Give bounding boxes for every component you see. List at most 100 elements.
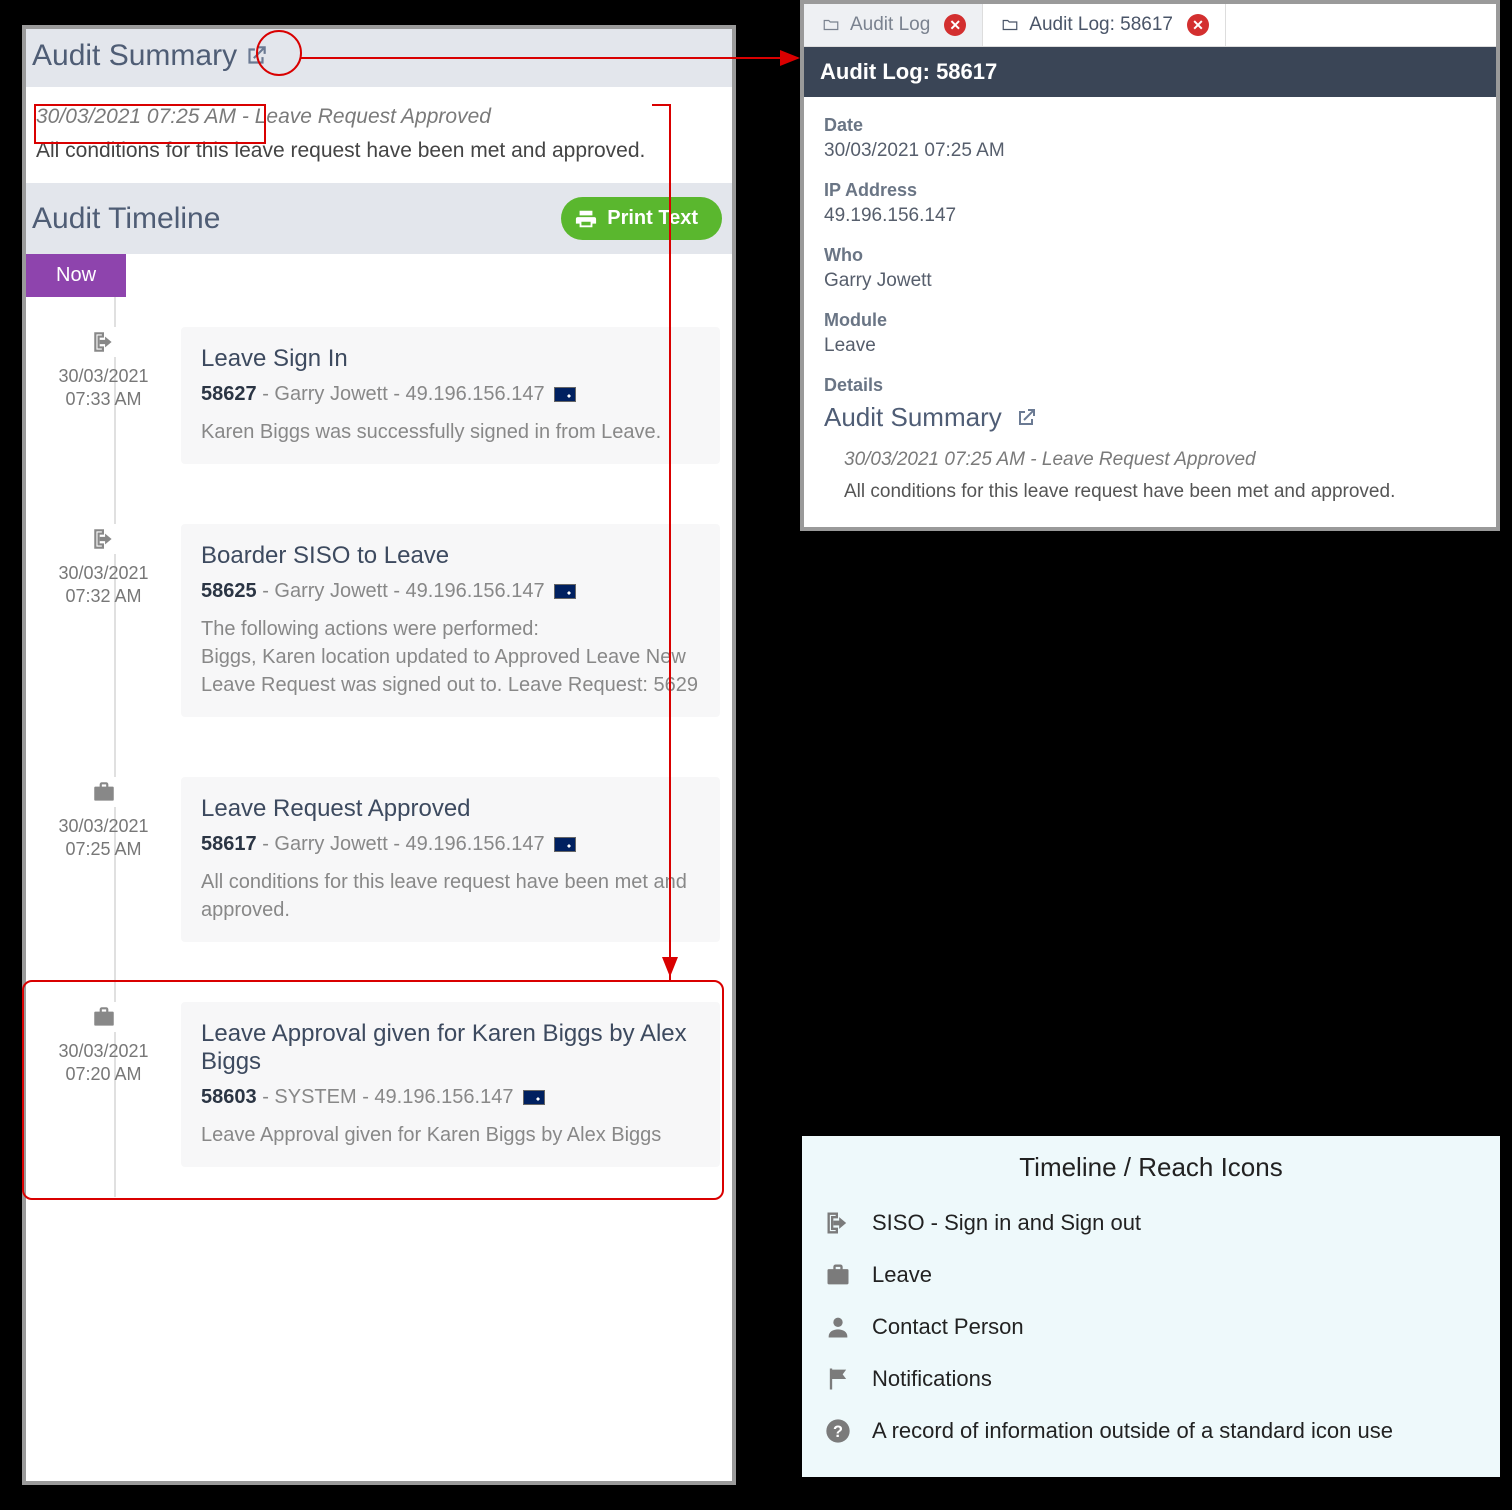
timeline-item-date: 30/03/2021 (26, 562, 181, 585)
siso-icon (89, 524, 119, 554)
timeline-item-date: 30/03/2021 (26, 815, 181, 838)
close-icon[interactable]: ✕ (1187, 14, 1209, 36)
siso-icon (89, 327, 119, 357)
log-details-label: Details (824, 375, 1476, 396)
audit-log-detail-panel: Audit Log ✕ Audit Log: 58617 ✕ Audit Log… (800, 0, 1500, 531)
timeline-item-meta: 58625 - Garry Jowett - 49.196.156.147 (201, 580, 700, 603)
icon-legend-panel: Timeline / Reach Icons SISO - Sign in an… (800, 1134, 1502, 1479)
timeline-item-meta: 58603 - SYSTEM - 49.196.156.147 (201, 1086, 700, 1109)
timeline-item-left: 30/03/2021 07:25 AM (26, 777, 181, 862)
legend-label: Leave (872, 1262, 932, 1288)
legend-label: Notifications (872, 1366, 992, 1392)
audit-timeline-body: Now 30/03/2021 07:33 AM Leave Sign In 58… (26, 254, 732, 1197)
tab-audit-log-label: Audit Log (850, 14, 930, 36)
timeline-item-meta-rest: - Garry Jowett - 49.196.156.147 (262, 580, 550, 602)
legend-row: SISO - Sign in and Sign out (822, 1197, 1480, 1249)
timeline-item-date: 30/03/2021 (26, 1040, 181, 1063)
summary-line-2: All conditions for this leave request ha… (36, 139, 726, 163)
tab-audit-log[interactable]: Audit Log ✕ (804, 4, 983, 46)
folder-icon (820, 16, 842, 34)
print-button-label: Print Text (607, 207, 698, 230)
timeline-item-id: 58627 (201, 383, 257, 405)
legend-title: Timeline / Reach Icons (822, 1152, 1480, 1183)
timeline-item-left: 30/03/2021 07:33 AM (26, 327, 181, 412)
audit-log-body: Date 30/03/2021 07:25 AM IP Address 49.1… (804, 97, 1496, 527)
audit-left-panel: Audit Summary 30/03/2021 07:25 AM - Leav… (22, 25, 736, 1485)
timeline-item-desc: The following actions were performed:Big… (201, 615, 700, 699)
external-link-icon[interactable] (241, 41, 271, 71)
flag-au-icon (523, 1090, 545, 1105)
log-date-value: 30/03/2021 07:25 AM (824, 140, 1476, 162)
log-who-value: Garry Jowett (824, 270, 1476, 292)
timeline-item-meta-rest: - Garry Jowett - 49.196.156.147 (262, 833, 550, 855)
timeline-item[interactable]: 30/03/2021 07:20 AM Leave Approval given… (26, 972, 732, 1197)
timeline-item-desc: All conditions for this leave request ha… (201, 868, 700, 924)
now-badge: Now (26, 254, 126, 297)
timeline-item-id: 58625 (201, 580, 257, 602)
log-module-value: Leave (824, 335, 1476, 357)
timeline-item-left: 30/03/2021 07:20 AM (26, 1002, 181, 1087)
summary-line-1: 30/03/2021 07:25 AM - Leave Request Appr… (36, 105, 726, 129)
legend-label: Contact Person (872, 1314, 1024, 1340)
briefcase-icon (822, 1259, 854, 1291)
flag-au-icon (554, 387, 576, 402)
close-icon[interactable]: ✕ (944, 14, 966, 36)
timeline-item-meta-rest: - SYSTEM - 49.196.156.147 (262, 1086, 519, 1108)
timeline-item-title: Boarder SISO to Leave (201, 542, 700, 570)
timeline-item-time: 07:33 AM (26, 388, 181, 411)
question-icon (822, 1415, 854, 1447)
timeline-item-meta: 58617 - Garry Jowett - 49.196.156.147 (201, 833, 700, 856)
legend-row: Leave (822, 1249, 1480, 1301)
audit-summary-title: Audit Summary (32, 39, 237, 73)
external-link-icon[interactable] (1014, 406, 1038, 430)
timeline-item-meta: 58627 - Garry Jowett - 49.196.156.147 (201, 383, 700, 406)
timeline-item-title: Leave Sign In (201, 345, 700, 373)
audit-summary-body: 30/03/2021 07:25 AM - Leave Request Appr… (26, 87, 732, 183)
log-ip-label: IP Address (824, 180, 1476, 201)
folder-icon (999, 16, 1021, 34)
legend-label: A record of information outside of a sta… (872, 1418, 1393, 1444)
tab-audit-log-58617-label: Audit Log: 58617 (1029, 14, 1173, 36)
flag-icon (822, 1363, 854, 1395)
print-text-button[interactable]: Print Text (561, 197, 722, 240)
siso-icon (822, 1207, 854, 1239)
timeline-item-title: Leave Request Approved (201, 795, 700, 823)
log-audit-summary-box: 30/03/2021 07:25 AM - Leave Request Appr… (824, 449, 1476, 503)
timeline-item-title: Leave Approval given for Karen Biggs by … (201, 1020, 700, 1076)
log-audit-summary-heading: Audit Summary (824, 402, 1476, 433)
timeline-item-card: Leave Sign In 58627 - Garry Jowett - 49.… (181, 327, 720, 464)
timeline-item-id: 58603 (201, 1086, 257, 1108)
log-date-label: Date (824, 115, 1476, 136)
log-summary-line-2: All conditions for this leave request ha… (844, 481, 1476, 503)
timeline-item[interactable]: 30/03/2021 07:32 AM Boarder SISO to Leav… (26, 494, 732, 747)
briefcase-icon (89, 777, 119, 807)
flag-au-icon (554, 584, 576, 599)
log-module-label: Module (824, 310, 1476, 331)
timeline-item-desc: Leave Approval given for Karen Biggs by … (201, 1121, 700, 1149)
timeline-item-card: Boarder SISO to Leave 58625 - Garry Jowe… (181, 524, 720, 717)
log-who-label: Who (824, 245, 1476, 266)
person-icon (822, 1311, 854, 1343)
flag-au-icon (554, 837, 576, 852)
audit-timeline-title: Audit Timeline (32, 202, 220, 236)
timeline-item-time: 07:20 AM (26, 1063, 181, 1086)
timeline-item-id: 58617 (201, 833, 257, 855)
legend-row: A record of information outside of a sta… (822, 1405, 1480, 1457)
legend-label: SISO - Sign in and Sign out (872, 1210, 1141, 1236)
timeline-item-desc: Karen Biggs was successfully signed in f… (201, 418, 700, 446)
log-audit-summary-title: Audit Summary (824, 402, 1002, 433)
tabs-bar: Audit Log ✕ Audit Log: 58617 ✕ (804, 4, 1496, 47)
timeline-item[interactable]: 30/03/2021 07:25 AM Leave Request Approv… (26, 747, 732, 972)
timeline-item-date: 30/03/2021 (26, 365, 181, 388)
audit-log-header: Audit Log: 58617 (804, 47, 1496, 97)
timeline-item[interactable]: 30/03/2021 07:33 AM Leave Sign In 58627 … (26, 297, 732, 494)
tab-audit-log-58617[interactable]: Audit Log: 58617 ✕ (983, 4, 1226, 46)
log-summary-line-1: 30/03/2021 07:25 AM - Leave Request Appr… (844, 449, 1476, 471)
audit-timeline-header: Audit Timeline Print Text (26, 183, 732, 254)
legend-row: Contact Person (822, 1301, 1480, 1353)
print-icon (575, 208, 597, 230)
timeline-item-card: Leave Request Approved 58617 - Garry Jow… (181, 777, 720, 942)
timeline-item-time: 07:32 AM (26, 585, 181, 608)
briefcase-icon (89, 1002, 119, 1032)
timeline-item-card: Leave Approval given for Karen Biggs by … (181, 1002, 720, 1167)
